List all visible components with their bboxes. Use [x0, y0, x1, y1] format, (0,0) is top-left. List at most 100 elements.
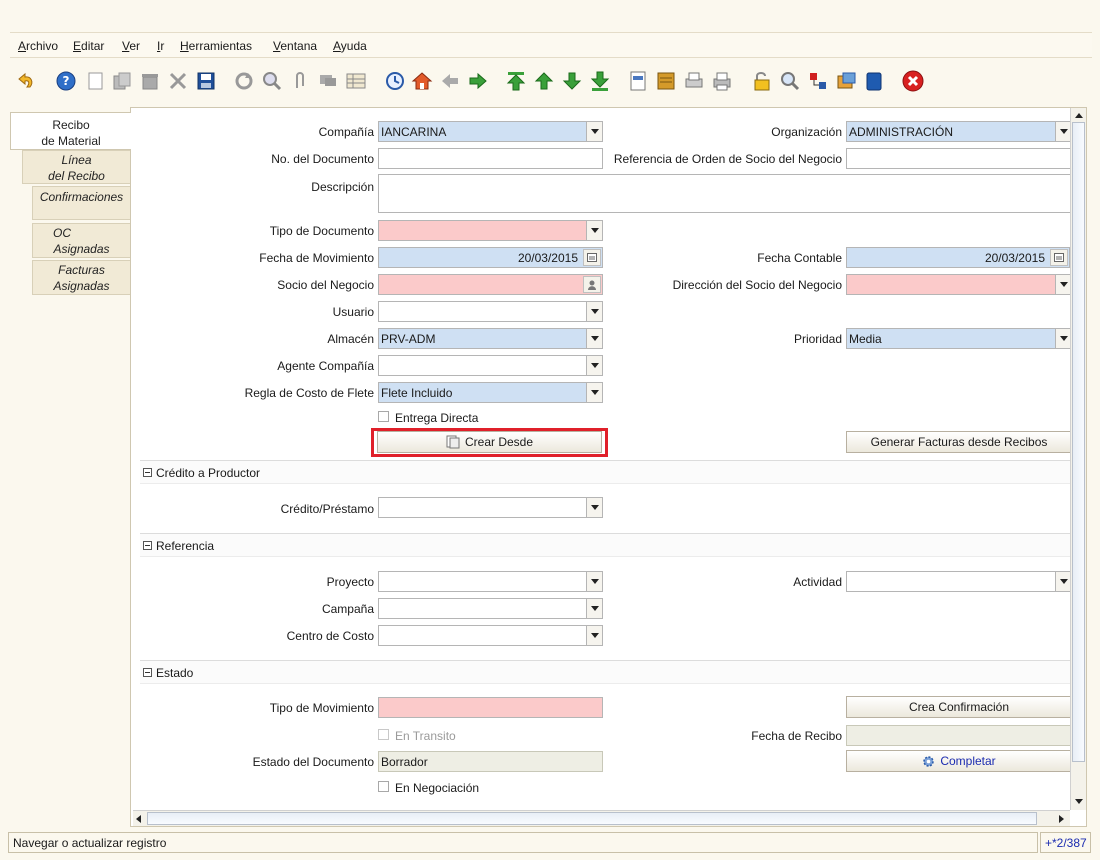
report-icon[interactable] [626, 69, 650, 93]
negotiation-checkbox[interactable] [378, 781, 389, 792]
salesrep-select[interactable] [378, 355, 603, 376]
archive-icon[interactable] [654, 69, 678, 93]
tab-linea-recibo[interactable]: Línea del Recibo [22, 150, 130, 184]
chat-icon[interactable] [316, 69, 340, 93]
undo-icon[interactable] [14, 69, 38, 93]
zoom-across-icon[interactable] [778, 69, 802, 93]
scroll-thumb[interactable] [147, 812, 1037, 825]
chevron-down-icon[interactable] [1055, 572, 1071, 591]
previous-record-icon[interactable] [532, 69, 556, 93]
tab-oc-asignadas[interactable]: OC Asignadas [32, 223, 130, 258]
complete-button[interactable]: Completar [846, 750, 1072, 772]
create-from-button[interactable]: Crear Desde [377, 431, 602, 453]
scroll-up-icon[interactable] [1073, 110, 1084, 120]
project-select[interactable] [378, 571, 603, 592]
chevron-down-icon[interactable] [586, 221, 602, 240]
chevron-down-icon[interactable] [586, 599, 602, 618]
intransit-checkbox[interactable] [378, 729, 389, 740]
scroll-left-icon[interactable] [136, 814, 144, 823]
section-reference[interactable]: Referencia [140, 533, 1070, 557]
company-select[interactable]: IANCARINA [378, 121, 603, 142]
docno-field[interactable] [378, 148, 603, 169]
freight-select[interactable]: Flete Incluido [378, 382, 603, 403]
menu-ventana[interactable]: Ventana [273, 39, 317, 53]
history-icon[interactable] [383, 69, 407, 93]
menu-ir[interactable]: Ir [157, 39, 164, 53]
grid-toggle-icon[interactable] [344, 69, 368, 93]
request-icon[interactable] [806, 69, 830, 93]
first-record-icon[interactable] [504, 69, 528, 93]
activity-select[interactable] [846, 571, 1072, 592]
scroll-right-icon[interactable] [1059, 814, 1067, 823]
priority-select[interactable]: Media [846, 328, 1072, 349]
delete-icon[interactable] [138, 69, 162, 93]
chevron-down-icon[interactable] [586, 122, 602, 141]
org-select[interactable]: ADMINISTRACIÓN [846, 121, 1072, 142]
print-icon[interactable] [710, 69, 734, 93]
tab-confirmaciones[interactable]: Confirmaciones [32, 186, 130, 220]
movdate-field[interactable]: 20/03/2015 [378, 247, 603, 268]
lock-icon[interactable] [750, 69, 774, 93]
delete-selection-icon[interactable] [166, 69, 190, 93]
acctdate-field[interactable]: 20/03/2015 [846, 247, 1070, 268]
bplocation-select[interactable] [846, 274, 1072, 295]
help-icon[interactable]: ? [54, 69, 78, 93]
menu-ayuda[interactable]: Ayuda [333, 39, 367, 53]
scroll-down-icon[interactable] [1073, 796, 1084, 806]
chevron-down-icon[interactable] [1055, 275, 1071, 294]
campaign-select[interactable] [378, 598, 603, 619]
print-preview-icon[interactable] [682, 69, 706, 93]
bpartner-search[interactable] [378, 274, 603, 295]
product-info-icon[interactable] [834, 69, 858, 93]
chevron-down-icon[interactable] [586, 572, 602, 591]
costcenter-select[interactable] [378, 625, 603, 646]
calendar-icon[interactable] [583, 249, 601, 266]
next-tab-icon[interactable] [466, 69, 490, 93]
chevron-down-icon[interactable] [586, 356, 602, 375]
attachment-icon[interactable] [288, 69, 312, 93]
home-icon[interactable] [410, 69, 434, 93]
close-window-icon[interactable] [901, 69, 925, 93]
movtype-field[interactable] [378, 697, 603, 718]
chevron-down-icon[interactable] [586, 329, 602, 348]
vertical-scrollbar[interactable] [1070, 108, 1086, 810]
chevron-down-icon[interactable] [1055, 329, 1071, 348]
next-record-icon[interactable] [560, 69, 584, 93]
section-status[interactable]: Estado [140, 660, 1070, 684]
last-record-icon[interactable] [588, 69, 612, 93]
chevron-down-icon[interactable] [586, 302, 602, 321]
previous-tab-icon[interactable] [438, 69, 462, 93]
section-credit[interactable]: Crédito a Productor [140, 460, 1070, 484]
chevron-down-icon[interactable] [586, 498, 602, 517]
dropship-checkbox[interactable] [378, 411, 389, 422]
collapse-icon[interactable] [143, 541, 152, 550]
chevron-down-icon[interactable] [586, 626, 602, 645]
user-select[interactable] [378, 301, 603, 322]
doctype-select[interactable] [378, 220, 603, 241]
generate-invoices-button[interactable]: Generar Facturas desde Recibos [846, 431, 1072, 453]
calendar-icon[interactable] [1050, 249, 1068, 266]
bporder-ref-field[interactable] [846, 148, 1072, 169]
menu-ver[interactable]: Ver [122, 39, 140, 53]
refresh-icon[interactable] [232, 69, 256, 93]
record-info[interactable]: +*2/387 [1040, 832, 1091, 853]
description-textarea[interactable] [378, 174, 1072, 213]
menu-editar[interactable]: Editar [73, 39, 104, 53]
copy-record-icon[interactable] [110, 69, 134, 93]
horizontal-scrollbar[interactable] [133, 810, 1070, 826]
tab-recibo-material[interactable]: Recibo de Material [10, 112, 131, 150]
chevron-down-icon[interactable] [586, 383, 602, 402]
create-confirmation-button[interactable]: Crea Confirmación [846, 696, 1072, 718]
tab-facturas-asignadas[interactable]: Facturas Asignadas [32, 260, 130, 295]
collapse-icon[interactable] [143, 668, 152, 677]
loan-select[interactable] [378, 497, 603, 518]
find-icon[interactable] [260, 69, 284, 93]
collapse-icon[interactable] [143, 468, 152, 477]
chevron-down-icon[interactable] [1055, 122, 1071, 141]
new-record-icon[interactable] [83, 69, 107, 93]
workflow-icon[interactable] [862, 69, 886, 93]
menu-archivo[interactable]: Archivo [18, 39, 58, 53]
warehouse-select[interactable]: PRV-ADM [378, 328, 603, 349]
menu-herramientas[interactable]: Herramientas [180, 39, 252, 53]
save-icon[interactable] [194, 69, 218, 93]
